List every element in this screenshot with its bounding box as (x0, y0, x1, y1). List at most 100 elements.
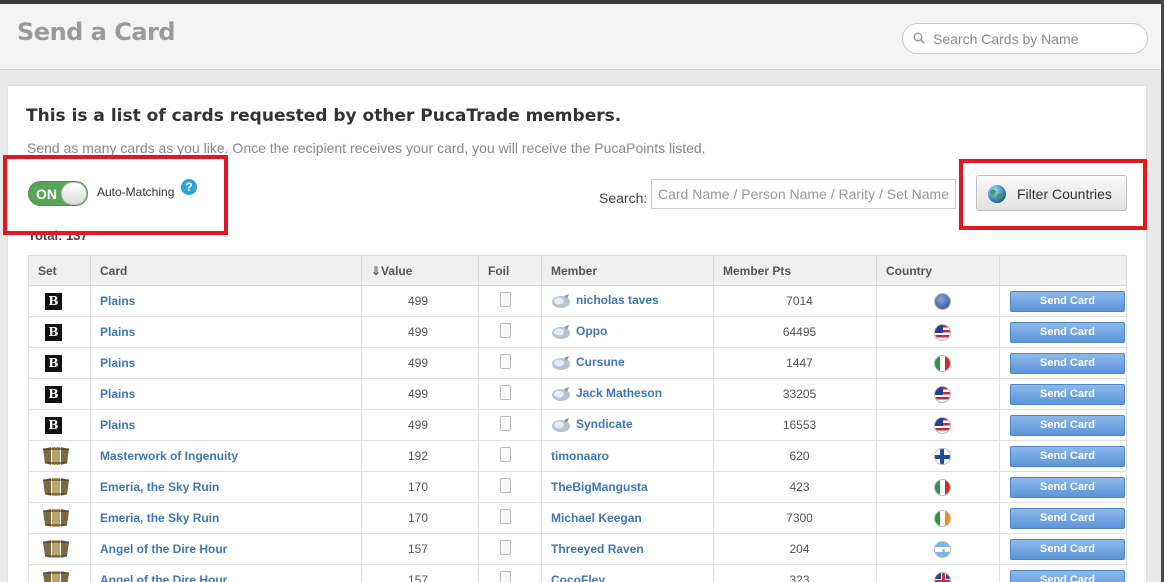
member-cell[interactable]: Cursune (541, 347, 714, 379)
member-name[interactable]: Oppo (576, 324, 607, 338)
table-row: Angel of the Dire Hour 157 Threeyed Raven 2… (28, 533, 1127, 565)
card-name-link[interactable]: Angel of the Dire Hour (90, 533, 362, 565)
highlight-auto-matching (3, 155, 228, 235)
country-flag-icon (934, 571, 951, 582)
member-name[interactable]: Michael Keegan (551, 511, 642, 525)
action-cell: Send Card (999, 440, 1127, 472)
member-cell[interactable]: nicholas taves (541, 285, 714, 317)
send-card-button[interactable]: Send Card (1010, 290, 1125, 312)
set-b-icon: B (45, 323, 62, 341)
send-card-button[interactable]: Send Card (1010, 445, 1125, 467)
country-flag-icon (934, 416, 951, 434)
foil-cell (478, 316, 542, 348)
send-card-button[interactable]: Send Card (1010, 383, 1125, 405)
member-avatar-icon (552, 294, 570, 308)
member-cell[interactable]: Syndicate (541, 409, 714, 441)
set-cell (28, 533, 91, 565)
member-pts: 1447 (713, 347, 877, 379)
action-cell: Send Card (999, 347, 1127, 379)
member-name[interactable]: TheBigMangusta (551, 480, 648, 494)
action-cell: Send Card (999, 502, 1127, 534)
card-name-link[interactable]: Plains (90, 409, 362, 441)
country-cell (876, 564, 1000, 582)
foil-cell (478, 285, 542, 317)
set-cell: B (28, 347, 91, 379)
action-cell: Send Card (999, 316, 1127, 348)
table-row: B Plains 499 nicholas taves 7014 Send Card (28, 285, 1127, 317)
table-search-field[interactable] (651, 179, 956, 209)
foil-cell (478, 502, 542, 534)
send-card-button[interactable]: Send Card (1010, 476, 1125, 498)
card-name-link[interactable]: Emeria, the Sky Ruin (90, 471, 362, 503)
foil-checkbox (500, 385, 511, 400)
col-card[interactable]: Card (90, 255, 362, 286)
card-search-input[interactable] (933, 29, 1138, 49)
member-name[interactable]: Cursune (576, 355, 625, 369)
set-cell: B (28, 378, 91, 410)
action-cell: Send Card (999, 533, 1127, 565)
send-card-button[interactable]: Send Card (1010, 538, 1125, 560)
member-cell[interactable]: timonaaro (541, 440, 714, 472)
set-cell: B (28, 409, 91, 441)
member-name[interactable]: CocoFley (551, 573, 605, 582)
set-cell (28, 471, 91, 503)
country-cell (876, 378, 1000, 410)
card-value: 170 (361, 502, 479, 534)
card-name-link[interactable]: Plains (90, 285, 362, 317)
card-name-link[interactable]: Plains (90, 347, 362, 379)
member-name[interactable]: timonaaro (551, 449, 609, 463)
member-name[interactable]: Jack Matheson (576, 386, 662, 400)
set-zendikar-icon (43, 540, 69, 558)
set-cell (28, 502, 91, 534)
foil-checkbox (500, 509, 511, 524)
card-name-link[interactable]: Masterwork of Ingenuity (90, 440, 362, 472)
table-row: B Plains 499 Syndicate 16553 Send Card (28, 409, 1127, 441)
set-cell: B (28, 285, 91, 317)
col-member[interactable]: Member (541, 255, 714, 286)
send-card-button[interactable]: Send Card (1010, 321, 1125, 343)
country-cell (876, 285, 1000, 317)
member-pts: 16553 (713, 409, 877, 441)
send-card-button[interactable]: Send Card (1010, 352, 1125, 374)
send-card-button[interactable]: Send Card (1010, 569, 1125, 582)
member-name[interactable]: nicholas taves (576, 293, 659, 307)
intro-subtext: Send as many cards as you like. Once the… (27, 140, 706, 156)
col-country[interactable]: Country (876, 255, 1000, 286)
set-b-icon: B (45, 292, 62, 310)
card-search-box[interactable] (902, 23, 1148, 54)
table-header-row: Set Card ⇓Value Foil Member Member Pts C… (28, 255, 1127, 286)
card-name-link[interactable]: Plains (90, 316, 362, 348)
action-cell: Send Card (999, 285, 1127, 317)
foil-cell (478, 564, 542, 582)
card-name-link[interactable]: Angel of the Dire Hour (90, 564, 362, 582)
action-cell: Send Card (999, 409, 1127, 441)
member-name[interactable]: Threeyed Raven (551, 542, 644, 556)
country-flag-icon (934, 323, 951, 341)
member-name[interactable]: Syndicate (576, 417, 633, 431)
col-member-pts[interactable]: Member Pts (713, 255, 877, 286)
member-cell[interactable]: Threeyed Raven (541, 533, 714, 565)
member-cell[interactable]: CocoFley (541, 564, 714, 582)
card-name-link[interactable]: Emeria, the Sky Ruin (90, 502, 362, 534)
foil-checkbox (500, 292, 511, 307)
col-foil[interactable]: Foil (478, 255, 542, 286)
set-zendikar-icon (43, 478, 69, 496)
send-card-button[interactable]: Send Card (1010, 507, 1125, 529)
col-set[interactable]: Set (28, 255, 91, 286)
table-search-input[interactable] (652, 180, 955, 208)
member-cell[interactable]: Michael Keegan (541, 502, 714, 534)
card-value: 192 (361, 440, 479, 472)
foil-cell (478, 409, 542, 441)
table-row: B Plains 499 Cursune 1447 Send Card (28, 347, 1127, 379)
country-flag-icon (934, 447, 951, 465)
member-avatar-icon (552, 356, 570, 370)
page-title: Send a Card (17, 18, 176, 46)
card-name-link[interactable]: Plains (90, 378, 362, 410)
member-cell[interactable]: Oppo (541, 316, 714, 348)
member-cell[interactable]: Jack Matheson (541, 378, 714, 410)
send-card-button[interactable]: Send Card (1010, 414, 1125, 436)
col-value[interactable]: ⇓Value (361, 255, 479, 286)
member-pts: 33205 (713, 378, 877, 410)
foil-checkbox (500, 571, 511, 582)
member-cell[interactable]: TheBigMangusta (541, 471, 714, 503)
